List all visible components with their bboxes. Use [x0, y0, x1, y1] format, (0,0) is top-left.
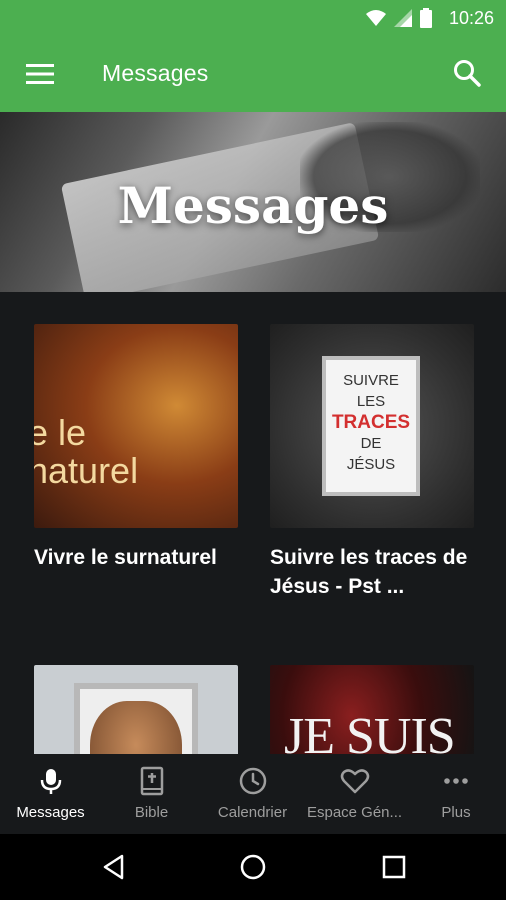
thumbnail-text: SUIVRE LES TRACES DE JÉSUS: [322, 356, 420, 496]
message-thumbnail[interactable]: SUIVRE LES TRACES DE JÉSUS: [270, 324, 474, 528]
message-card[interactable]: [34, 665, 238, 754]
heart-icon: [340, 769, 369, 794]
status-bar: 10:26: [0, 0, 506, 36]
search-icon[interactable]: [452, 58, 482, 88]
message-thumbnail[interactable]: [34, 665, 238, 754]
message-thumbnail[interactable]: JE SUIS: [270, 665, 474, 754]
messages-grid: e le naturel Vivre le surnaturel SUIVRE L…: [0, 292, 506, 754]
nav-label: Messages: [16, 804, 85, 821]
thumbnail-text: e le naturel: [34, 412, 139, 491]
clock-icon: [239, 767, 266, 795]
hero-title: Messages: [117, 176, 389, 235]
bottom-navigation: Messages Bible Calendrier Espace Gén... …: [0, 754, 506, 834]
message-title[interactable]: Suivre les traces de Jésus - Pst ...: [270, 543, 474, 601]
nav-label: Plus: [441, 804, 471, 821]
status-time: 10:26: [448, 8, 494, 28]
nav-item-espace[interactable]: Espace Gén...: [303, 754, 406, 834]
menu-icon[interactable]: [26, 62, 54, 86]
nav-item-bible[interactable]: Bible: [101, 754, 202, 834]
nav-item-messages[interactable]: Messages: [0, 754, 101, 834]
home-icon[interactable]: [239, 853, 267, 881]
nav-label: Bible: [134, 804, 169, 821]
message-card[interactable]: JE SUIS: [270, 665, 474, 754]
nav-item-calendrier[interactable]: Calendrier: [202, 754, 303, 834]
nav-label: Espace Gén...: [306, 804, 403, 821]
microphone-icon: [40, 769, 61, 794]
thumbnail-text: JE SUIS: [284, 708, 456, 754]
signal-icon: [394, 9, 412, 27]
nav-label: Calendrier: [217, 804, 288, 821]
app-bar-title: Messages: [102, 60, 209, 86]
hero-banner: Messages: [0, 112, 506, 292]
status-icons: [366, 8, 432, 28]
app-bar: Messages: [0, 36, 506, 112]
system-navigation-bar: [0, 834, 506, 900]
message-thumbnail[interactable]: e le naturel: [34, 324, 238, 528]
message-title[interactable]: Vivre le surnaturel: [34, 543, 238, 572]
battery-icon: [420, 8, 432, 28]
wifi-icon: [366, 10, 386, 26]
back-icon[interactable]: [100, 853, 128, 881]
message-card[interactable]: SUIVRE LES TRACES DE JÉSUS Suivre les tr…: [270, 324, 474, 601]
message-card[interactable]: e le naturel Vivre le surnaturel: [34, 324, 238, 572]
more-icon: [444, 778, 468, 784]
bible-icon: [140, 766, 163, 796]
nav-item-plus[interactable]: Plus: [406, 754, 506, 834]
recents-icon[interactable]: [380, 853, 408, 881]
